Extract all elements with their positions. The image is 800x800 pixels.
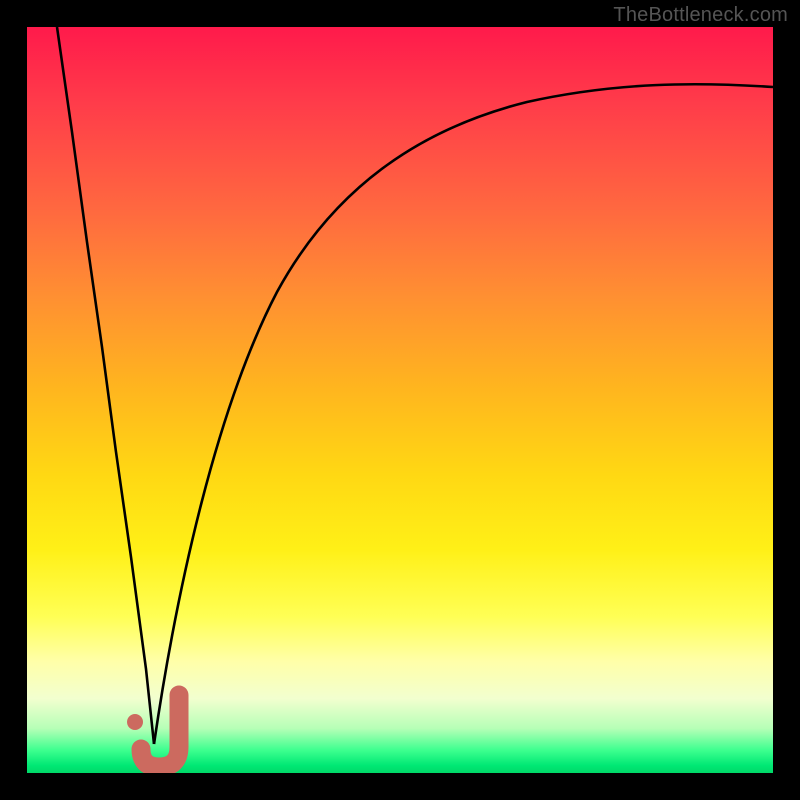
curve-left-branch: [57, 27, 154, 744]
plot-area: [27, 27, 773, 773]
outer-frame: TheBottleneck.com: [0, 0, 800, 800]
watermark-text: TheBottleneck.com: [613, 4, 788, 27]
chart-svg: [27, 27, 773, 773]
curve-right-branch: [154, 84, 773, 744]
marker-dot: [127, 714, 143, 730]
